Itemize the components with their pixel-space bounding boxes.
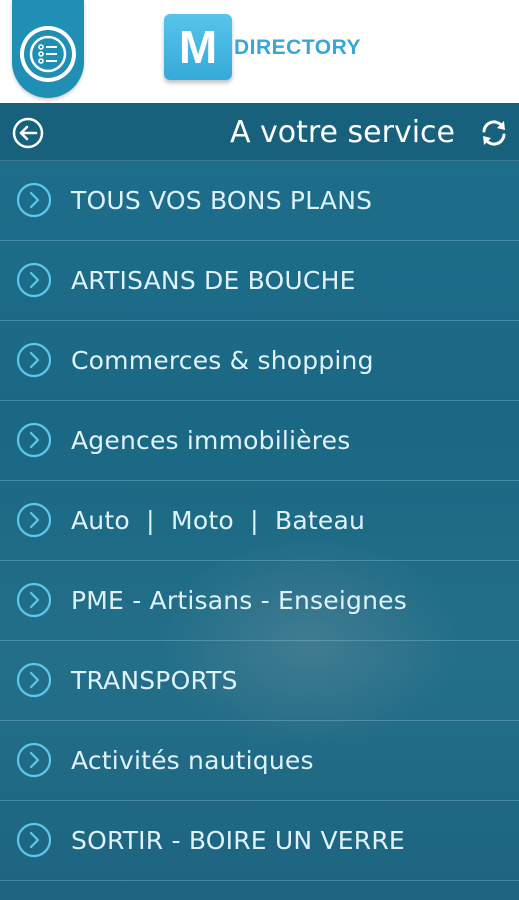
- list-item-transports[interactable]: TRANSPORTS: [0, 641, 519, 721]
- list-item-label: ARTISANS DE BOUCHE: [71, 266, 356, 295]
- menu-button[interactable]: [12, 0, 84, 98]
- list-item-sortir[interactable]: SORTIR - BOIRE UN VERRE: [0, 801, 519, 881]
- chevron-right-icon: [16, 342, 52, 378]
- chevron-right-icon: [16, 742, 52, 778]
- list-item-label: PME - Artisans - Enseignes: [71, 586, 407, 615]
- refresh-icon[interactable]: [479, 118, 509, 148]
- chevron-right-icon: [16, 822, 52, 858]
- list-item-label: Commerces & shopping: [71, 346, 374, 375]
- logo-word: DIRECTORY: [234, 36, 362, 59]
- list-icon: [20, 26, 76, 82]
- list-item-commerces[interactable]: Commerces & shopping: [0, 321, 519, 401]
- chevron-right-icon: [16, 502, 52, 538]
- top-bar: M DIRECTORY: [0, 0, 519, 103]
- chevron-right-icon: [16, 662, 52, 698]
- chevron-right-icon: [16, 582, 52, 618]
- page-title: A votre service: [229, 115, 455, 150]
- logo-letter: M: [164, 14, 232, 80]
- main-panel: A votre service TOUS VOS BONS PLANS ARTI…: [0, 103, 519, 900]
- chevron-right-icon: [16, 422, 52, 458]
- list-item-label: SORTIR - BOIRE UN VERRE: [71, 826, 405, 855]
- category-list: TOUS VOS BONS PLANS ARTISANS DE BOUCHE C…: [0, 161, 519, 881]
- list-item-label: TRANSPORTS: [71, 666, 238, 695]
- list-item-label: Auto | Moto | Bateau: [71, 506, 366, 535]
- page-header: A votre service: [0, 103, 519, 161]
- list-item-auto-moto-bateau[interactable]: Auto | Moto | Bateau: [0, 481, 519, 561]
- chevron-right-icon: [16, 262, 52, 298]
- list-item-pme-artisans[interactable]: PME - Artisans - Enseignes: [0, 561, 519, 641]
- list-item-label: Agences immobilières: [71, 426, 351, 455]
- list-item-label: Activités nautiques: [71, 746, 314, 775]
- list-item-bons-plans[interactable]: TOUS VOS BONS PLANS: [0, 161, 519, 241]
- list-item-agences-immobilieres[interactable]: Agences immobilières: [0, 401, 519, 481]
- list-item-artisans-de-bouche[interactable]: ARTISANS DE BOUCHE: [0, 241, 519, 321]
- back-arrow-icon[interactable]: [12, 117, 44, 149]
- list-item-activites-nautiques[interactable]: Activités nautiques: [0, 721, 519, 801]
- chevron-right-icon: [16, 182, 52, 218]
- list-item-label: TOUS VOS BONS PLANS: [71, 186, 373, 215]
